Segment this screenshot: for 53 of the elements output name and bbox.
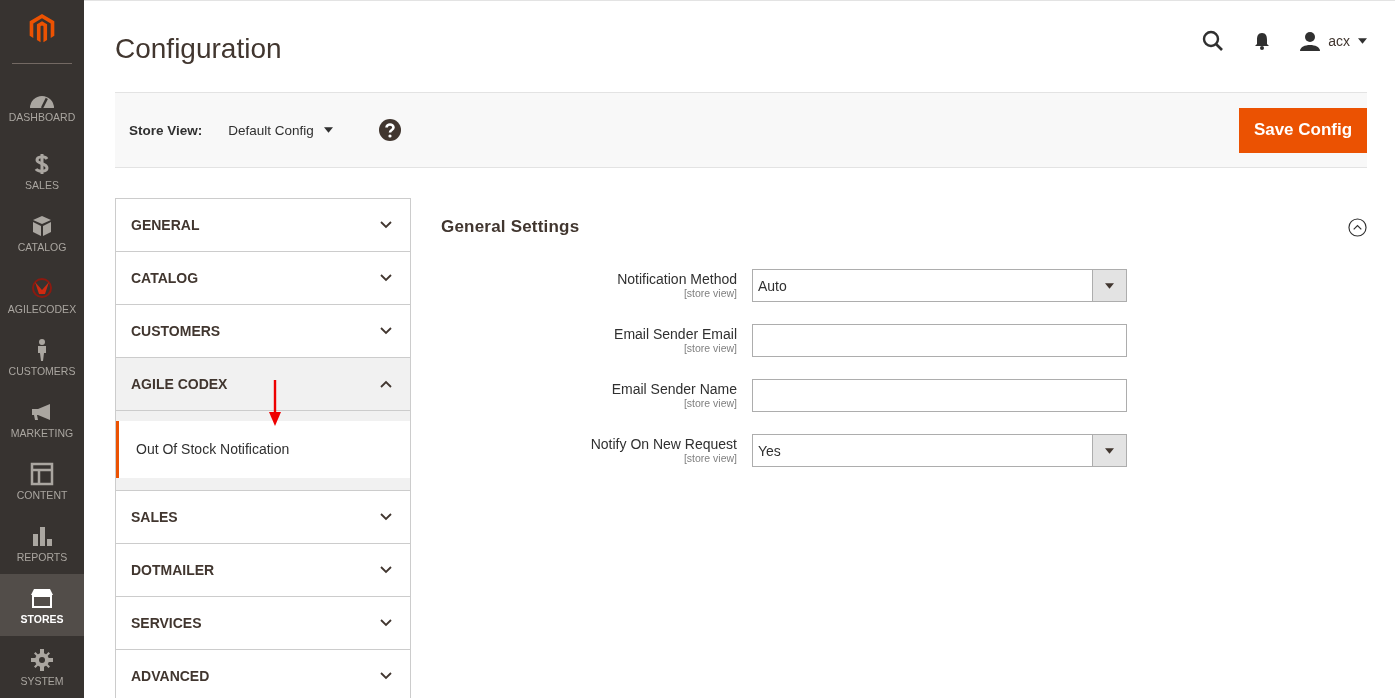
- caret-icon: [1358, 37, 1367, 44]
- chevron-icon: [380, 221, 392, 229]
- scope-label: [store view]: [683, 342, 737, 354]
- sidebar-item[interactable]: STORES: [0, 574, 84, 636]
- store-view-label: Store View:: [129, 122, 203, 138]
- group-title: General Settings: [441, 217, 580, 237]
- caret-icon: [1105, 447, 1114, 454]
- sidebar-item[interactable]: REPORTS: [0, 512, 84, 574]
- help-icon[interactable]: [378, 119, 401, 141]
- field-label: Email Sender Email: [614, 326, 737, 342]
- save-config-button[interactable]: Save Config: [1239, 107, 1367, 153]
- sidebar-item[interactable]: CATALOG: [0, 202, 84, 264]
- section-tab[interactable]: AGILE CODEX: [116, 358, 410, 411]
- gauge-icon: [30, 95, 54, 108]
- sidebar-item[interactable]: SYSTEM: [0, 636, 84, 698]
- chevron-icon: [380, 327, 392, 335]
- field-label: Email Sender Name: [611, 381, 737, 397]
- scope-label: [store view]: [683, 397, 737, 409]
- search-icon[interactable]: [1202, 29, 1225, 52]
- sidebar-item[interactable]: CUSTOMERS: [0, 326, 84, 388]
- chevron-icon: [380, 566, 392, 574]
- scope-label: [store view]: [683, 287, 737, 299]
- box-icon: [30, 213, 54, 238]
- chevron-icon: [380, 672, 392, 680]
- layout-icon: [30, 461, 54, 486]
- section-link[interactable]: Out Of Stock Notification: [116, 421, 410, 478]
- sidebar-item[interactable]: DASHBOARD: [0, 78, 84, 140]
- annotation-arrow: [269, 380, 281, 426]
- user-menu[interactable]: acx: [1300, 30, 1367, 51]
- caret-icon: [1105, 282, 1114, 289]
- user-icon: [1300, 30, 1321, 51]
- field-label: Notification Method: [617, 271, 737, 287]
- sidebar-item[interactable]: MARKETING: [0, 388, 84, 450]
- sidebar-item[interactable]: CONTENT: [0, 450, 84, 512]
- sidebar-item[interactable]: SALES: [0, 140, 84, 202]
- page-title: Configuration: [115, 32, 282, 65]
- chevron-icon: [380, 274, 392, 282]
- scope-label: [store view]: [683, 452, 737, 464]
- store-view-dropdown[interactable]: Default Config: [228, 122, 333, 138]
- select-field[interactable]: Yes: [752, 434, 1127, 467]
- chevron-icon: [380, 380, 392, 388]
- input-field[interactable]: [752, 324, 1127, 357]
- field-label: Notify On New Request: [590, 436, 737, 452]
- select-field[interactable]: Auto: [752, 269, 1127, 302]
- gear-icon: [30, 647, 54, 672]
- collapse-icon[interactable]: [1348, 217, 1367, 237]
- chevron-icon: [380, 513, 392, 521]
- bell-icon[interactable]: [1254, 31, 1271, 50]
- chevron-icon: [380, 619, 392, 627]
- badge-icon: [30, 275, 54, 300]
- sidebar-item[interactable]: AGILECODEX: [0, 264, 84, 326]
- caret-icon: [323, 127, 333, 133]
- input-field[interactable]: [752, 379, 1127, 412]
